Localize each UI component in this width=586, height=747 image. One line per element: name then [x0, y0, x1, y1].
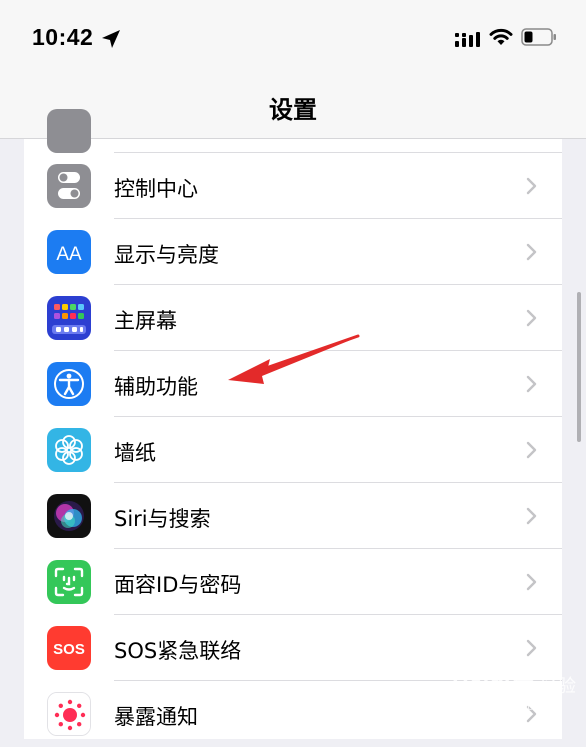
watermark-sub: 经验	[540, 676, 576, 697]
settings-row-label: SOS紧急联络	[114, 639, 242, 663]
chevron-right-icon	[526, 441, 537, 459]
face-id-icon	[47, 560, 91, 604]
display-brightness-icon: AA	[47, 230, 91, 274]
watermark-brand: Baidu	[452, 671, 519, 698]
chevron-right-icon	[526, 243, 537, 261]
battery-icon	[521, 28, 556, 46]
vertical-scrollbar[interactable]	[577, 292, 581, 442]
settings-row-label: Siri与搜索	[114, 507, 211, 531]
cellular-signal-icon	[455, 32, 480, 47]
watermark-logo: Baidu 经验 jingyan.baidu.com	[452, 656, 582, 716]
chevron-right-icon	[526, 507, 537, 525]
partial-list-item[interactable]	[24, 109, 562, 153]
settings-row-label: 辅助功能	[114, 375, 198, 399]
settings-row-label: 主屏幕	[114, 309, 177, 333]
settings-list[interactable]: 控制中心 AA 显示与亮度 主屏幕 辅助功能 墙纸 Siri与搜索 面容ID与密…	[24, 109, 562, 739]
sos-icon: SOS	[47, 626, 91, 670]
settings-row-label: 暴露通知	[114, 705, 198, 729]
settings-row-label: 控制中心	[114, 177, 198, 201]
control-center-icon	[47, 164, 91, 208]
icon-aa-text: AA	[56, 244, 82, 265]
wifi-icon	[489, 28, 513, 45]
location-arrow-icon	[102, 30, 120, 48]
wallpaper-icon	[47, 428, 91, 472]
chevron-right-icon	[526, 375, 537, 393]
siri-icon	[47, 494, 91, 538]
watermark-site: jingyan.baidu.com	[453, 701, 543, 713]
settings-row-siri-search[interactable]: Siri与搜索	[24, 483, 562, 549]
chevron-right-icon	[526, 177, 537, 195]
settings-row-label: 显示与亮度	[114, 243, 219, 267]
status-time: 10:42	[32, 24, 94, 50]
settings-row-home-screen[interactable]: 主屏幕	[24, 285, 562, 351]
settings-row-wallpaper[interactable]: 墙纸	[24, 417, 562, 483]
settings-row-label: 墙纸	[114, 441, 156, 465]
chevron-right-icon	[526, 639, 537, 657]
chevron-right-icon	[526, 309, 537, 327]
home-screen-icon	[47, 296, 91, 340]
settings-row-control-center[interactable]: 控制中心	[24, 153, 562, 219]
partial-row-icon	[47, 109, 91, 153]
exposure-notification-icon	[47, 692, 91, 736]
settings-row-accessibility[interactable]: 辅助功能	[24, 351, 562, 417]
chevron-right-icon	[526, 573, 537, 591]
status-bar: 10:42	[0, 0, 586, 78]
settings-row-label: 面容ID与密码	[114, 573, 242, 597]
settings-row-face-id[interactable]: 面容ID与密码	[24, 549, 562, 615]
accessibility-icon	[47, 362, 91, 406]
settings-row-display-brightness[interactable]: AA 显示与亮度	[24, 219, 562, 285]
icon-sos-text: SOS	[53, 641, 85, 658]
